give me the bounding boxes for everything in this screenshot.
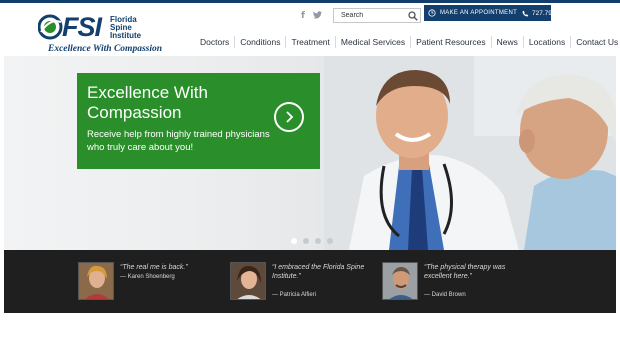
appointment-label: MAKE AN APPOINTMENT (440, 10, 518, 16)
promo-title-line: Compassion (87, 103, 182, 122)
promo-subtitle: Receive help from highly trained physici… (87, 129, 270, 153)
logo-name-line: Institute (110, 31, 142, 40)
nav-item-locations[interactable]: Locations (522, 36, 570, 48)
logo-letters: FSI (62, 12, 102, 42)
hero-slider: Excellence With Compassion Receive help … (4, 56, 616, 250)
nav-item-patient-resources[interactable]: Patient Resources (410, 36, 490, 48)
facebook-icon[interactable]: f (301, 11, 305, 21)
page: FSI Florida Spine Institute Excellence W… (0, 0, 620, 343)
slider-dot[interactable] (327, 238, 333, 244)
tagline: Excellence With Compassion (48, 44, 163, 54)
testimonial-photo (382, 262, 418, 300)
testimonial-quote: “I embraced the Florida Spine Institute.… (272, 264, 365, 280)
search-icon[interactable] (408, 11, 418, 21)
phone-link[interactable]: 727.797.7463 (522, 5, 572, 21)
phone-number: 727.797.7463 (532, 9, 572, 17)
testimonial-photo (230, 262, 266, 300)
clock-icon (428, 9, 436, 17)
slider-dot[interactable] (303, 238, 309, 244)
testimonial-photo (78, 262, 114, 300)
testimonials-strip: “The real me is back.” — Karen Shoenberg… (4, 250, 616, 313)
nav-item-conditions[interactable]: Conditions (234, 36, 285, 48)
testimonial-quote: “The real me is back.” (120, 264, 188, 271)
nav-item-treatment[interactable]: Treatment (285, 36, 334, 48)
phone-icon (522, 10, 529, 17)
testimonial-author: — David Brown (424, 292, 466, 298)
testimonial-quote: “The physical therapy was excellent here… (424, 264, 506, 280)
nav-item-medical-services[interactable]: Medical Services (334, 36, 410, 48)
slider-dots (291, 238, 333, 244)
promo-title: Excellence With Compassion (87, 83, 267, 123)
promo-box: Excellence With Compassion Receive help … (77, 73, 320, 169)
nav-item-doctors[interactable]: Doctors (195, 36, 234, 48)
search-box (333, 8, 421, 23)
nav-item-contact-us[interactable]: Contact Us (570, 36, 620, 48)
chevron-right-icon (286, 111, 294, 123)
testimonial-author: — Karen Shoenberg (120, 274, 175, 280)
site-header: FSI Florida Spine Institute Excellence W… (0, 3, 620, 56)
main-nav: Doctors Conditions Treatment Medical Ser… (195, 36, 620, 48)
logo-name: Florida Spine Institute (110, 16, 150, 40)
contact-bar: MAKE AN APPOINTMENT 727.797.7463 (424, 5, 572, 21)
slider-dot[interactable] (315, 238, 321, 244)
testimonial-author: — Patricia Alfieri (272, 292, 317, 298)
search-input[interactable] (334, 9, 406, 22)
nav-item-news[interactable]: News (490, 36, 523, 48)
page-below-fold (0, 313, 620, 343)
make-appointment-button[interactable]: MAKE AN APPOINTMENT (428, 5, 517, 21)
next-slide-button[interactable] (274, 102, 304, 132)
promo-title-line: Excellence With (87, 83, 208, 102)
twitter-icon[interactable] (313, 11, 322, 21)
slider-dot[interactable] (291, 238, 297, 244)
